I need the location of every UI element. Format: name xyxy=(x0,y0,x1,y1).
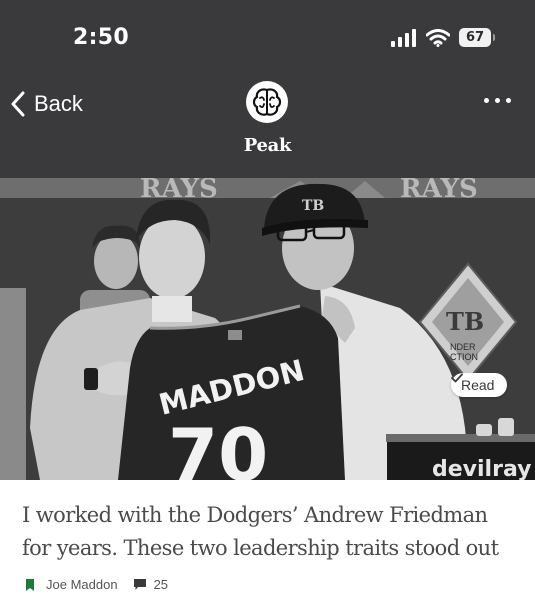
chevron-left-icon xyxy=(11,91,25,117)
signal-icon xyxy=(391,28,416,47)
backdrop-logo-right: RAYS xyxy=(400,178,478,204)
nav-bar: Back Peak xyxy=(0,80,535,178)
status-time: 2:50 xyxy=(73,25,129,50)
podium-text: devilray xyxy=(432,457,531,480)
app-title: Peak xyxy=(243,135,292,156)
more-dot xyxy=(495,98,500,103)
comment-count[interactable]: 25 xyxy=(154,577,168,592)
back-label: Back xyxy=(34,91,83,116)
status-bar: 2:50 67 xyxy=(0,0,535,80)
comment-icon[interactable] xyxy=(133,579,146,590)
bookmark-icon[interactable] xyxy=(26,578,34,591)
read-badge[interactable]: Read xyxy=(451,373,508,397)
sign-text: TB xyxy=(446,307,484,336)
hero-image[interactable]: RAYS RAYS TB NDER CTION TB MADDON 70 dev… xyxy=(0,178,535,480)
checkmark-icon xyxy=(451,373,463,383)
more-dot xyxy=(484,98,489,103)
back-button[interactable]: Back xyxy=(10,88,83,120)
app-header: 2:50 67 Back Peak xyxy=(0,0,535,178)
article-headline[interactable]: I worked with the Dodgers’ Andrew Friedm… xyxy=(22,499,522,565)
more-options-button[interactable] xyxy=(484,98,511,103)
article-meta: Joe Maddon 25 xyxy=(26,577,168,592)
read-label: Read xyxy=(461,377,495,393)
more-dot xyxy=(506,98,511,103)
status-icons: 67 xyxy=(391,28,495,47)
battery-level: 67 xyxy=(465,30,485,45)
brain-icon xyxy=(246,81,288,123)
sign-line-1: NDER xyxy=(450,342,476,352)
battery-icon: 67 xyxy=(459,28,495,47)
wifi-icon xyxy=(426,28,450,47)
jersey-number: 70 xyxy=(168,413,268,480)
author-name[interactable]: Joe Maddon xyxy=(46,577,118,592)
cap-logo: TB xyxy=(302,198,324,214)
sign-line-2: CTION xyxy=(450,352,478,362)
